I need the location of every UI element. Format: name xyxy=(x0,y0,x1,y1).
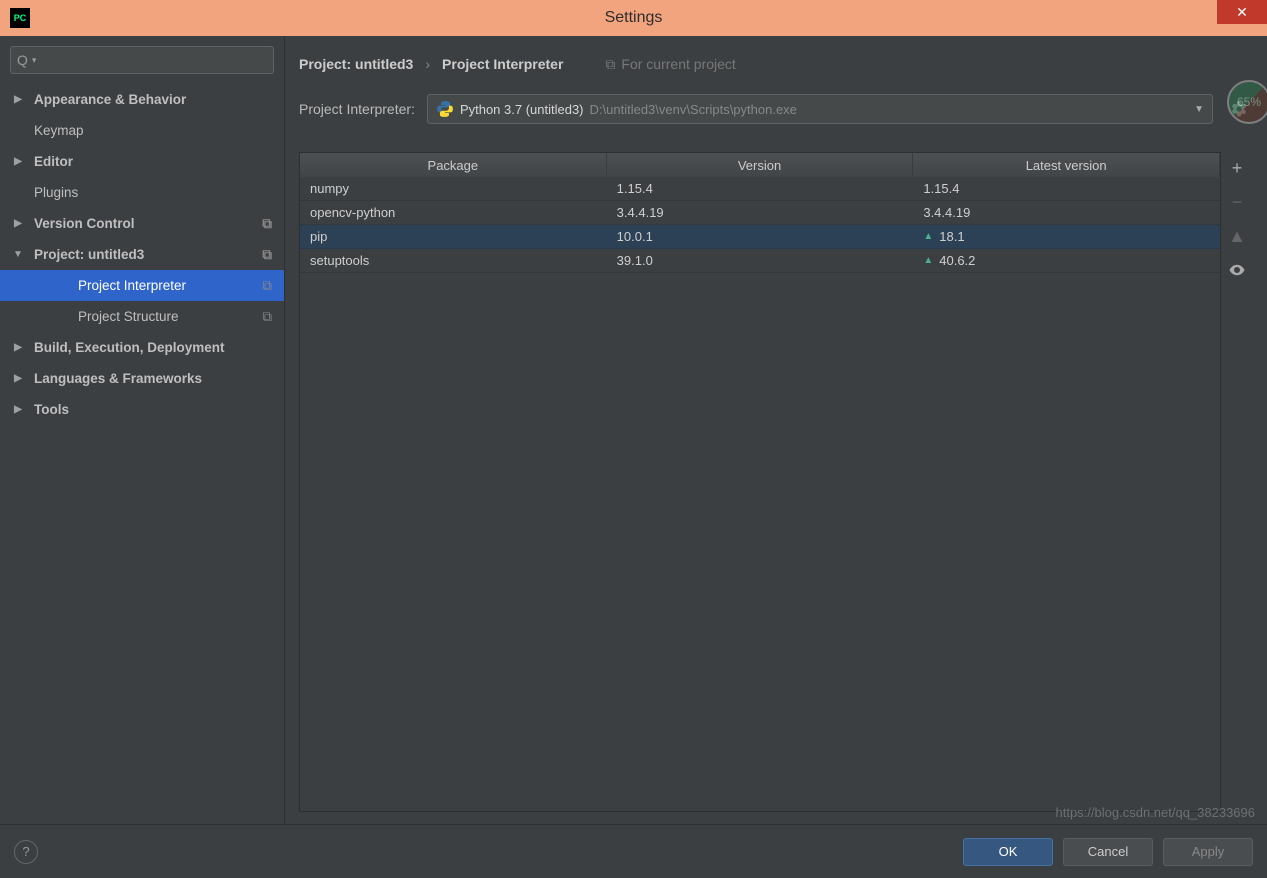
cancel-button[interactable]: Cancel xyxy=(1063,838,1153,866)
sidebar-item-label: Editor xyxy=(34,154,73,169)
chevron-down-icon: ▼ xyxy=(1194,104,1204,115)
expand-icon: ▶ xyxy=(10,342,26,353)
ok-button[interactable]: OK xyxy=(963,838,1053,866)
hint-badge[interactable]: 65% xyxy=(1227,80,1267,124)
table-actions: + − ▲ xyxy=(1221,152,1253,812)
cell-version: 39.1.0 xyxy=(607,249,914,272)
package-table: Package Version Latest version numpy1.15… xyxy=(299,152,1221,812)
help-button[interactable]: ? xyxy=(14,840,38,864)
cell-package: opencv-python xyxy=(300,201,607,224)
cell-latest: ▲18.1 xyxy=(913,225,1220,248)
col-package[interactable]: Package xyxy=(300,153,607,177)
sidebar-item-keymap[interactable]: Keymap xyxy=(0,115,284,146)
sidebar-item-label: Plugins xyxy=(34,185,78,200)
cell-package: setuptools xyxy=(300,249,607,272)
footer: ? OK Cancel Apply xyxy=(0,824,1267,878)
sidebar-item-project-untitled3[interactable]: ▼ Project: untitled3 ⧉ xyxy=(0,239,284,270)
cell-version: 1.15.4 xyxy=(607,177,914,200)
sidebar-item-tools[interactable]: ▶ Tools xyxy=(0,394,284,425)
sidebar-item-label: Project Interpreter xyxy=(78,278,186,293)
sidebar-item-editor[interactable]: ▶ Editor xyxy=(0,146,284,177)
breadcrumb: Project: untitled3 › Project Interpreter… xyxy=(299,50,1253,78)
breadcrumb-hint: ⧉ For current project xyxy=(605,56,735,73)
main-panel: Project: untitled3 › Project Interpreter… xyxy=(285,36,1267,824)
sidebar-item-label: Tools xyxy=(34,402,69,417)
copy-icon: ⧉ xyxy=(262,309,272,325)
copy-icon: ⧉ xyxy=(262,247,272,263)
sidebar-item-label: Project Structure xyxy=(78,309,179,324)
search-input[interactable]: Q ▾ xyxy=(10,46,274,74)
expand-icon: ▼ xyxy=(10,249,26,260)
sidebar-item-plugins[interactable]: Plugins xyxy=(0,177,284,208)
close-button[interactable]: ✕ xyxy=(1217,0,1267,24)
add-button[interactable]: + xyxy=(1225,156,1249,180)
apply-button[interactable]: Apply xyxy=(1163,838,1253,866)
search-icon: Q xyxy=(17,52,28,68)
sidebar-item-languages-frameworks[interactable]: ▶ Languages & Frameworks xyxy=(0,363,284,394)
sidebar-item-project-interpreter[interactable]: Project Interpreter ⧉ xyxy=(0,270,284,301)
sidebar: Q ▾ ▶ Appearance & Behavior Keymap ▶ Editor P… xyxy=(0,36,285,824)
copy-icon: ⧉ xyxy=(605,56,615,73)
sidebar-item-project-structure[interactable]: Project Structure ⧉ xyxy=(0,301,284,332)
cell-version: 10.0.1 xyxy=(607,225,914,248)
copy-icon: ⧉ xyxy=(262,278,272,294)
expand-icon: ▶ xyxy=(10,218,26,229)
breadcrumb-current: Project Interpreter xyxy=(442,56,563,72)
expand-icon: ▶ xyxy=(10,404,26,415)
sidebar-item-label: Keymap xyxy=(34,123,84,138)
col-version[interactable]: Version xyxy=(607,153,914,177)
sidebar-item-label: Version Control xyxy=(34,216,135,231)
upgrade-button[interactable]: ▲ xyxy=(1225,224,1249,248)
sidebar-item-build-execution-deployment[interactable]: ▶ Build, Execution, Deployment xyxy=(0,332,284,363)
cell-latest: 1.15.4 xyxy=(913,177,1220,200)
sidebar-item-appearance-behavior[interactable]: ▶ Appearance & Behavior xyxy=(0,84,284,115)
cell-latest: ▲40.6.2 xyxy=(913,249,1220,272)
table-row[interactable]: numpy1.15.41.15.4 xyxy=(300,177,1220,201)
remove-button[interactable]: − xyxy=(1225,190,1249,214)
interpreter-name: Python 3.7 (untitled3) xyxy=(460,102,584,117)
show-button[interactable] xyxy=(1225,258,1249,282)
col-latest[interactable]: Latest version xyxy=(913,153,1220,177)
expand-icon: ▶ xyxy=(10,94,26,105)
sidebar-item-version-control[interactable]: ▶ Version Control ⧉ xyxy=(0,208,284,239)
sidebar-item-label: Appearance & Behavior xyxy=(34,92,186,107)
expand-icon: ▶ xyxy=(10,156,26,167)
table-row[interactable]: setuptools39.1.0▲40.6.2 xyxy=(300,249,1220,273)
dropdown-icon: ▾ xyxy=(32,55,37,66)
upgrade-available-icon: ▲ xyxy=(923,231,933,242)
interpreter-path: D:\untitled3\venv\Scripts\python.exe xyxy=(590,102,797,117)
window-title: Settings xyxy=(0,9,1267,27)
sidebar-item-label: Project: untitled3 xyxy=(34,247,144,262)
upgrade-available-icon: ▲ xyxy=(923,255,933,266)
expand-icon: ▶ xyxy=(10,373,26,384)
cell-version: 3.4.4.19 xyxy=(607,201,914,224)
table-header: Package Version Latest version xyxy=(300,153,1220,177)
python-icon xyxy=(436,100,454,118)
cell-package: pip xyxy=(300,225,607,248)
cell-latest: 3.4.4.19 xyxy=(913,201,1220,224)
cell-package: numpy xyxy=(300,177,607,200)
chevron-right-icon: › xyxy=(425,56,430,72)
interpreter-select[interactable]: Python 3.7 (untitled3) D:\untitled3\venv… xyxy=(427,94,1213,124)
interpreter-label: Project Interpreter: xyxy=(299,101,415,117)
table-row[interactable]: opencv-python3.4.4.193.4.4.19 xyxy=(300,201,1220,225)
titlebar: PC Settings ✕ xyxy=(0,0,1267,36)
sidebar-item-label: Build, Execution, Deployment xyxy=(34,340,225,355)
sidebar-item-label: Languages & Frameworks xyxy=(34,371,202,386)
copy-icon: ⧉ xyxy=(262,216,272,232)
table-row[interactable]: pip10.0.1▲18.1 xyxy=(300,225,1220,249)
breadcrumb-root[interactable]: Project: untitled3 xyxy=(299,56,413,72)
